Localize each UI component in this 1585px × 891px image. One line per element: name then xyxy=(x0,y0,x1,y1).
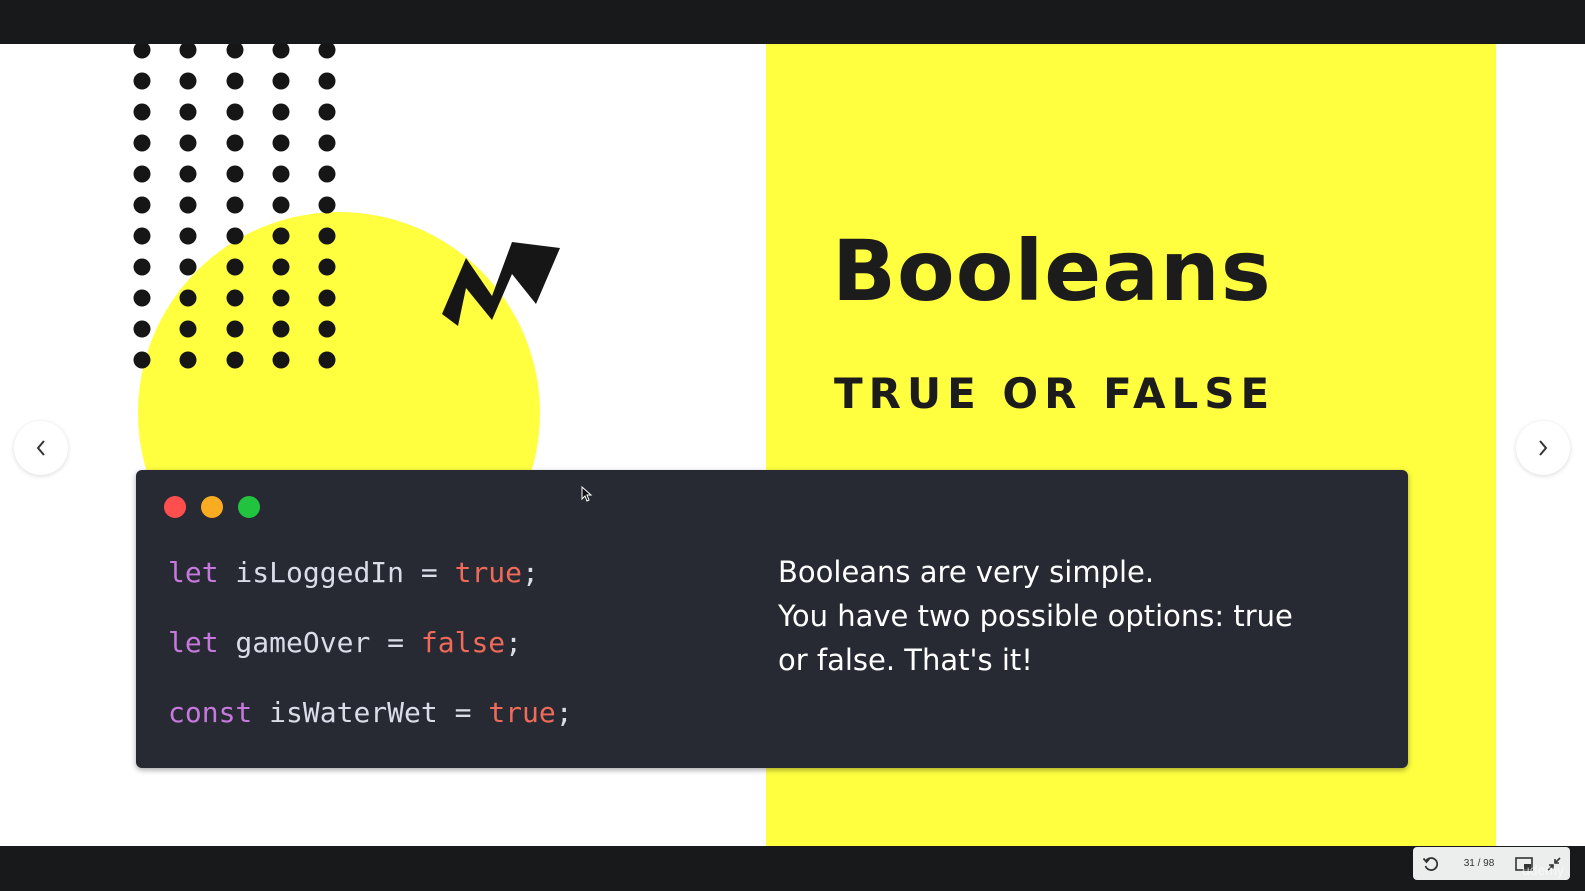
traffic-light-red-icon xyxy=(164,496,186,518)
zigzag-decoration xyxy=(442,242,560,326)
traffic-light-green-icon xyxy=(238,496,260,518)
description-text: Booleans are very simple. You have two p… xyxy=(778,550,1378,682)
code-keyword: let xyxy=(168,626,219,659)
slide-subtitle: TRUE OR FALSE xyxy=(834,369,1276,418)
code-line: let gameOver = false; xyxy=(168,626,522,659)
mouse-cursor-icon xyxy=(581,486,593,502)
rewind-button[interactable] xyxy=(1413,847,1449,880)
code-semicolon: ; xyxy=(522,556,539,589)
dot-grid-decoration xyxy=(133,44,336,369)
top-letterbox-bar xyxy=(0,0,1585,44)
code-semicolon: ; xyxy=(505,626,523,659)
code-boolean-value: true xyxy=(454,556,523,589)
bottom-letterbox-bar xyxy=(0,846,1585,891)
code-boolean-value: false xyxy=(420,626,506,659)
slide: Booleans TRUE OR FALSE let isLoggedIn = … xyxy=(0,44,1585,846)
previous-slide-button[interactable] xyxy=(14,421,68,475)
slide-title: Booleans xyxy=(832,222,1272,320)
rewind-icon xyxy=(1422,856,1439,871)
code-keyword: const xyxy=(168,696,253,729)
traffic-light-yellow-icon xyxy=(201,496,223,518)
code-semicolon: ; xyxy=(555,696,573,729)
next-slide-button[interactable] xyxy=(1516,421,1570,475)
udemy-watermark: udemy xyxy=(1522,862,1565,878)
description-line: or false. That's it! xyxy=(778,643,1033,677)
code-identifier: isWaterWet = xyxy=(252,696,489,729)
code-line: let isLoggedIn = true; xyxy=(168,556,539,589)
description-line: Booleans are very simple. xyxy=(778,555,1155,589)
code-boolean-value: true xyxy=(488,696,556,729)
code-window: let isLoggedIn = true; let gameOver = fa… xyxy=(136,470,1408,768)
code-identifier: isLoggedIn = xyxy=(218,556,455,589)
chevron-right-icon xyxy=(1539,440,1548,456)
code-identifier: gameOver = xyxy=(218,626,421,659)
chevron-left-icon xyxy=(36,440,45,456)
code-keyword: let xyxy=(168,556,219,589)
page-counter: 31 / 98 xyxy=(1463,858,1495,869)
code-line: const isWaterWet = true; xyxy=(168,696,573,729)
description-line: You have two possible options: true xyxy=(778,599,1293,633)
